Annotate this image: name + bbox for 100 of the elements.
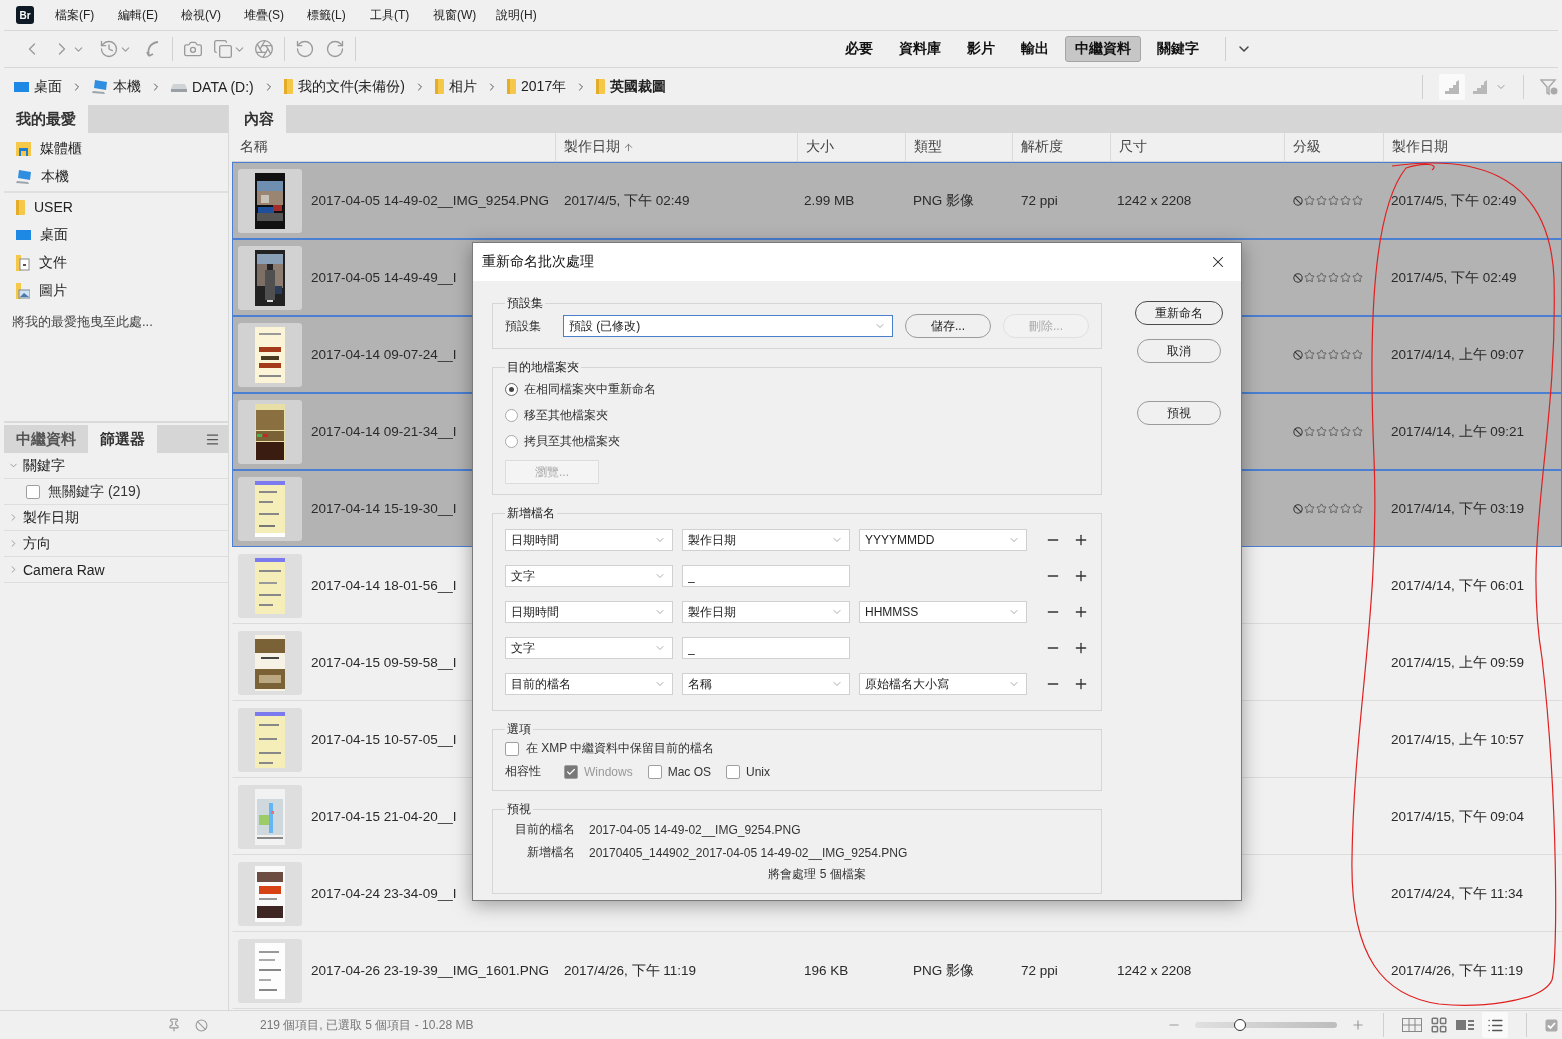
star-icon[interactable] — [1328, 272, 1339, 283]
star-icon[interactable] — [1316, 349, 1327, 360]
file-row[interactable]: 2017-04-05 14-49-02__IMG_9254.PNG 2017/4/5, 下午 02:49 2.99 MB PNG 影像 72 ppi 1242 x 2208 2017/4/5, 下午 02:49 — [232, 162, 1562, 239]
dropdown[interactable]: 製作日期 — [682, 529, 850, 551]
column-header[interactable]: 尺寸 — [1110, 133, 1284, 161]
rating-filter-icon[interactable] — [1443, 78, 1461, 95]
plus-icon[interactable] — [1073, 604, 1089, 620]
breadcrumb-item[interactable]: 我的文件(未備份) — [283, 77, 406, 96]
dialog-button[interactable]: 重新命名 — [1135, 301, 1223, 325]
favorite-item[interactable]: 本機 — [4, 163, 228, 191]
breadcrumb-item[interactable]: 相片 — [435, 77, 478, 96]
favorite-item[interactable]: 桌面 — [4, 221, 228, 249]
checkbox[interactable] — [726, 764, 741, 779]
star-icon[interactable] — [1316, 503, 1327, 514]
breadcrumb-item[interactable]: 英國裁圖 — [596, 77, 667, 96]
star-icon[interactable] — [1340, 349, 1351, 360]
dropdown[interactable]: YYYYMMDD — [859, 529, 1027, 551]
pill-button[interactable]: 儲存... — [905, 314, 991, 338]
camera-icon[interactable] — [183, 39, 203, 59]
filter-group[interactable]: 關鍵字 — [23, 456, 65, 475]
panel-tab[interactable]: 中繼資料 — [4, 425, 88, 453]
dropdown[interactable]: HHMMSS — [859, 601, 1027, 623]
filter-group[interactable]: 方向 — [23, 534, 51, 553]
star-icon[interactable] — [1352, 426, 1363, 437]
star-icon[interactable] — [1304, 272, 1315, 283]
dropdown[interactable]: 文字 — [505, 637, 673, 659]
star-icon[interactable] — [1328, 349, 1339, 360]
favorite-item[interactable]: 圖片 — [4, 277, 228, 305]
column-header[interactable]: 類型 — [905, 133, 1012, 161]
filter-group[interactable]: 製作日期 — [23, 508, 79, 527]
checkbox[interactable] — [26, 484, 40, 499]
menu-item[interactable]: 檔案(F) — [44, 6, 107, 24]
text-field[interactable]: _ — [682, 637, 850, 659]
star-icon[interactable] — [1352, 195, 1363, 206]
star-icon[interactable] — [1352, 349, 1363, 360]
undo-icon[interactable] — [295, 39, 315, 59]
star-icon[interactable] — [1328, 195, 1339, 206]
favorite-item[interactable]: 文件 — [4, 249, 228, 277]
star-icon[interactable] — [1304, 426, 1315, 437]
dropdown[interactable]: 名稱 — [682, 673, 850, 695]
star-icon[interactable] — [1340, 426, 1351, 437]
checkbox[interactable] — [647, 764, 662, 779]
panel-tab[interactable]: 我的最愛 — [4, 105, 88, 133]
star-icon[interactable] — [1352, 503, 1363, 514]
menu-item[interactable]: 檢視(V) — [170, 6, 233, 24]
dropdown[interactable]: 文字 — [505, 565, 673, 587]
star-icon[interactable] — [1340, 503, 1351, 514]
no-entry-icon[interactable] — [195, 1018, 208, 1032]
workspace-tab[interactable]: 關鍵字 — [1147, 36, 1209, 62]
reject-icon[interactable] — [1293, 503, 1303, 514]
workspace-tab[interactable]: 資料庫 — [889, 36, 951, 62]
plus-icon[interactable] — [1073, 676, 1089, 692]
dialog-button[interactable]: 預視 — [1137, 401, 1221, 425]
rating-filter-icon[interactable] — [1471, 78, 1489, 95]
dropdown[interactable]: 原始檔名大小寫 — [859, 673, 1027, 695]
dropdown[interactable]: 目前的檔名 — [505, 673, 673, 695]
star-icon[interactable] — [1304, 349, 1315, 360]
copy-icon[interactable] — [213, 39, 233, 59]
redo-icon[interactable] — [325, 39, 345, 59]
dropdown[interactable]: 日期時間 — [505, 601, 673, 623]
column-header[interactable]: 名稱 — [232, 133, 555, 161]
slider-thumb[interactable] — [1234, 1019, 1247, 1031]
menu-item[interactable]: 標籤(L) — [296, 6, 359, 24]
workspace-tab[interactable]: 影片 — [957, 36, 1005, 62]
plus-icon[interactable] — [1073, 568, 1089, 584]
star-icon[interactable] — [1316, 426, 1327, 437]
dropdown[interactable]: 製作日期 — [682, 601, 850, 623]
favorite-item[interactable]: USER — [4, 193, 228, 221]
text-field[interactable]: _ — [682, 565, 850, 587]
star-icon[interactable] — [1316, 272, 1327, 283]
panel-tab[interactable]: 內容 — [232, 105, 286, 133]
breadcrumb-item[interactable]: 桌面 — [14, 77, 62, 96]
pin-icon[interactable] — [167, 1018, 181, 1032]
column-header[interactable]: 解析度 — [1012, 133, 1110, 161]
star-icon[interactable] — [1340, 195, 1351, 206]
workspace-tab[interactable]: 必要 — [835, 36, 883, 62]
grid-view-icon[interactable] — [1402, 1018, 1422, 1032]
column-header[interactable]: 製作日期 — [1383, 133, 1547, 161]
panel-tab[interactable]: 篩選器 — [88, 425, 157, 453]
aperture-icon[interactable] — [254, 39, 274, 59]
dropdown[interactable]: 預設 (已修改) — [563, 315, 893, 337]
menu-item[interactable]: 堆疊(S) — [233, 6, 296, 24]
workspace-tab[interactable]: 輸出 — [1011, 36, 1059, 62]
star-icon[interactable] — [1328, 503, 1339, 514]
star-icon[interactable] — [1304, 195, 1315, 206]
column-header[interactable]: 大小 — [797, 133, 905, 161]
filter-icon[interactable] — [1540, 77, 1558, 96]
menu-icon[interactable] — [205, 431, 220, 447]
reject-icon[interactable] — [1293, 426, 1303, 437]
breadcrumb-item[interactable]: 本機 — [92, 77, 141, 96]
zoom-slider[interactable] — [1195, 1022, 1337, 1028]
workspace-tab[interactable]: 中繼資料 — [1065, 36, 1141, 62]
menu-item[interactable]: 工具(T) — [359, 6, 422, 24]
star-icon[interactable] — [1316, 195, 1327, 206]
filmstrip-view-icon[interactable] — [1456, 1018, 1474, 1032]
menu-item[interactable]: 編輯(E) — [107, 6, 170, 24]
checkbox-icon[interactable] — [1545, 1018, 1558, 1032]
radio-button[interactable] — [505, 382, 518, 396]
menu-item[interactable]: 視窗(W) — [422, 6, 485, 24]
breadcrumb-item[interactable]: DATA (D:) — [171, 78, 254, 95]
